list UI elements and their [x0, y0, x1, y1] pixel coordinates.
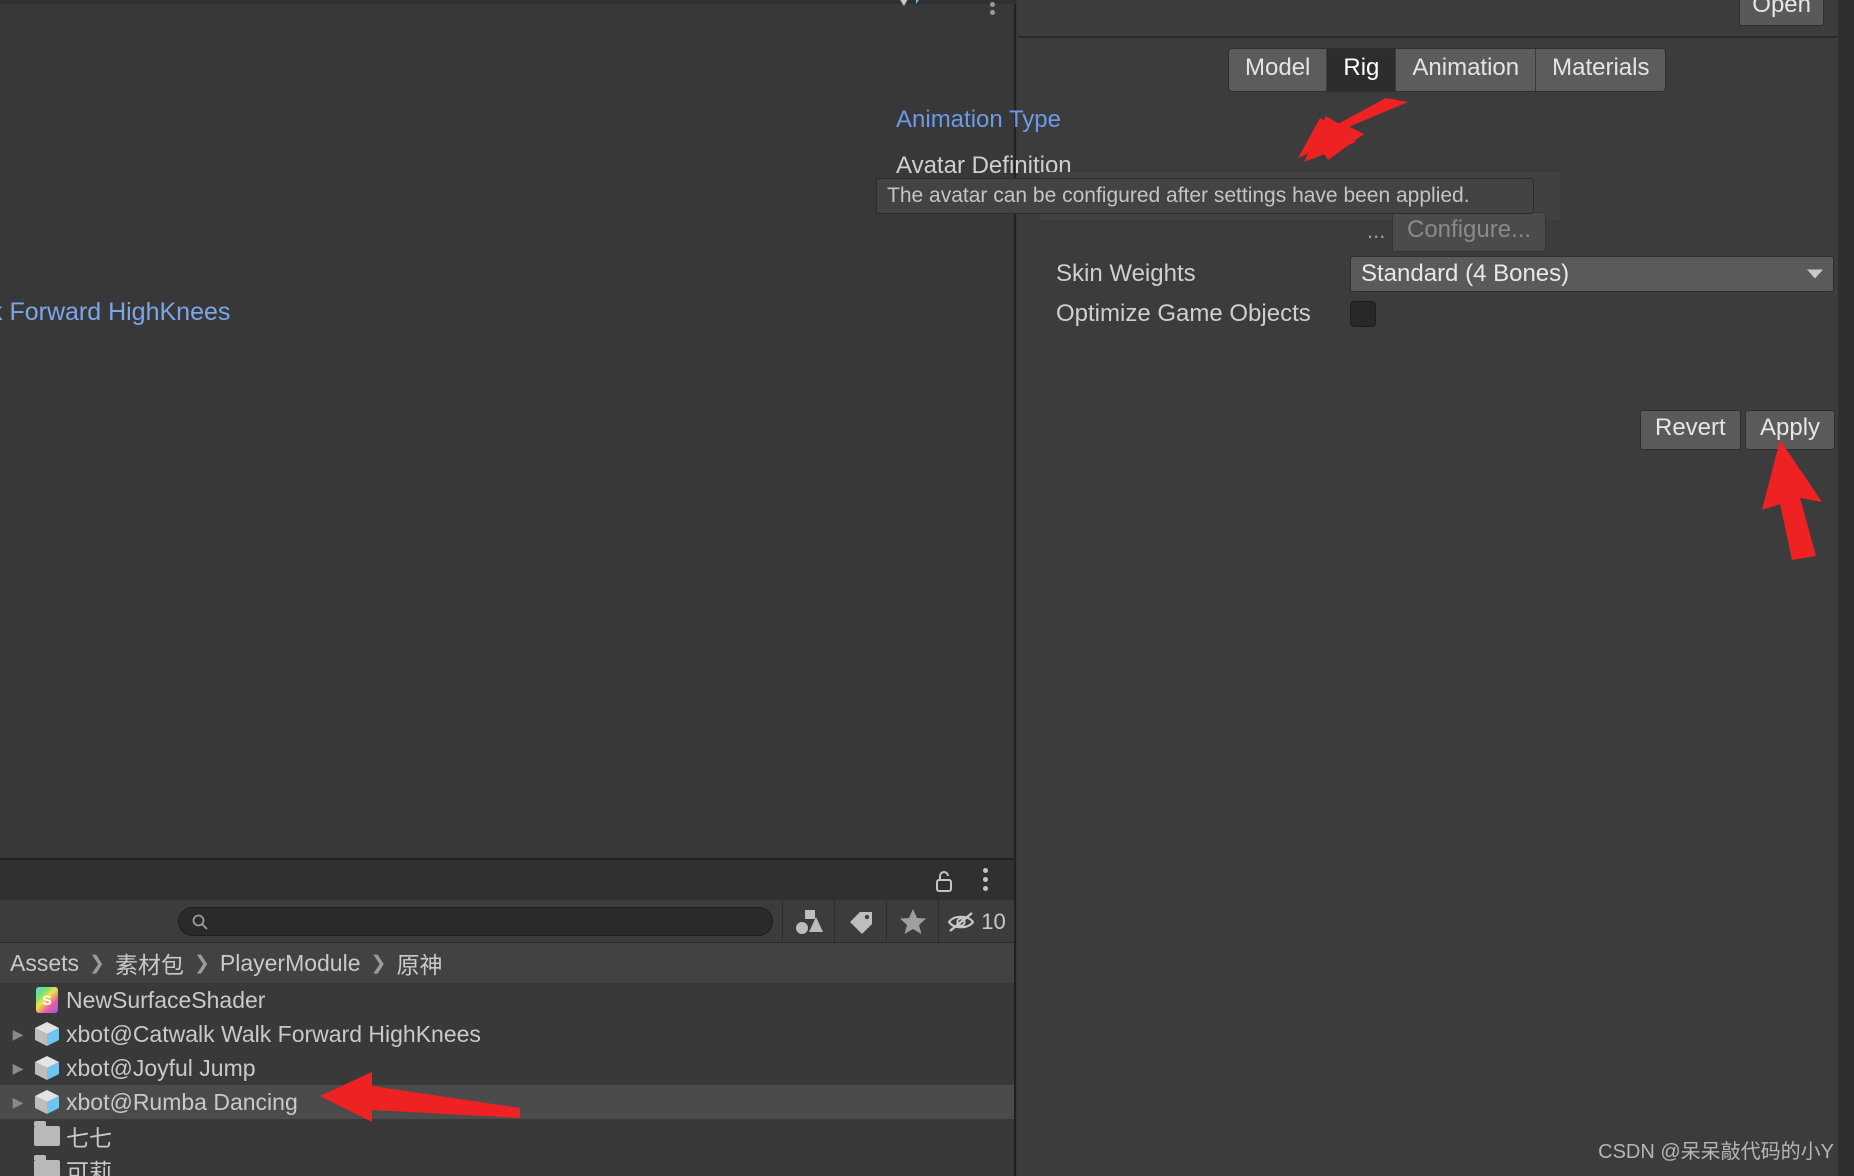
expand-triangle-icon[interactable]: ▶ — [8, 1060, 28, 1077]
inspector-header: Open — [900, 0, 1838, 38]
shader-icon: S — [28, 987, 66, 1013]
list-item-label: xbot@Joyful Jump — [66, 1054, 256, 1081]
animation-type-row: Animation Type — [896, 100, 1838, 140]
list-item-label: xbot@Catwalk Walk Forward HighKnees — [66, 1020, 481, 1047]
project-file-list: S NewSurfaceShader ▶ xbot@Catwalk Walk F… — [0, 983, 1014, 1176]
tag-icon — [849, 911, 872, 934]
list-item-label: NewSurfaceShader — [66, 986, 266, 1013]
left-panel: k Forward HighKnees — [0, 0, 1016, 860]
hidden-items-button[interactable]: 10 — [938, 900, 1014, 943]
project-browser-menu-icon[interactable] — [983, 868, 988, 895]
type-filter-button[interactable] — [782, 900, 834, 943]
favorites-button[interactable] — [886, 900, 938, 943]
avatar-help-box: The avatar can be configured after setti… — [876, 178, 1534, 214]
breadcrumb: Assets ❯ 素材包 ❯ PlayerModule ❯ 原神 — [0, 943, 1014, 983]
lock-icon[interactable] — [934, 869, 954, 893]
shapes-filter-icon — [795, 909, 823, 934]
list-item-selected[interactable]: ▶ xbot@Rumba Dancing — [0, 1085, 1014, 1119]
tab-model[interactable]: Model — [1229, 49, 1328, 91]
tab-rig[interactable]: Rig — [1327, 49, 1397, 91]
list-item[interactable]: 可莉 — [0, 1153, 1014, 1176]
label-filter-button[interactable] — [834, 900, 886, 943]
apply-button[interactable]: Apply — [1745, 410, 1836, 450]
skin-weights-label: Skin Weights — [1056, 260, 1196, 287]
configure-button[interactable]: Configure... — [1392, 212, 1547, 252]
expand-triangle-icon[interactable]: ▶ — [8, 1026, 28, 1043]
hidden-items-count: 10 — [981, 908, 1006, 934]
ellipsis-label: ... — [1367, 218, 1386, 243]
breadcrumb-item-genshin[interactable]: 原神 — [396, 946, 442, 980]
list-item-label: 可莉 — [66, 1159, 112, 1176]
breadcrumb-item-materials-pack[interactable]: 素材包 — [115, 946, 184, 980]
breadcrumb-item-assets[interactable]: Assets — [10, 950, 79, 977]
inspector-tab-bar: Model Rig Animation Materials — [1228, 48, 1667, 92]
list-item-label: 七七 — [66, 1125, 112, 1151]
shader-badge: S — [42, 992, 52, 1008]
star-icon — [899, 909, 926, 934]
animation-type-label: Animation Type — [896, 106, 1061, 133]
list-item-label: xbot@Rumba Dancing — [66, 1088, 298, 1115]
tab-animation[interactable]: Animation — [1396, 49, 1537, 91]
revert-button[interactable]: Revert — [1640, 410, 1741, 450]
search-field[interactable] — [178, 907, 773, 936]
breadcrumb-item-playermodule[interactable]: PlayerModule — [220, 950, 361, 977]
skin-weights-dropdown[interactable]: Standard (4 Bones) — [1350, 256, 1834, 292]
hierarchy-item-truncated[interactable]: k Forward HighKnees — [0, 298, 230, 327]
project-browser-header — [0, 860, 1014, 900]
optimize-game-objects-checkbox[interactable] — [1350, 301, 1376, 327]
skin-weights-value: Standard (4 Bones) — [1361, 260, 1570, 287]
unity-editor-window: k Forward HighKnees 10 Assets ❯ 素材包 ❯ Pl… — [0, 0, 1854, 1176]
optimize-game-objects-label: Optimize Game Objects — [1056, 300, 1311, 327]
tab-materials[interactable]: Materials — [1536, 49, 1665, 91]
expand-triangle-icon[interactable]: ▶ — [8, 1094, 28, 1111]
list-item[interactable]: ▶ xbot@Joyful Jump — [0, 1051, 1014, 1085]
search-icon — [192, 914, 208, 930]
folder-icon — [28, 1121, 66, 1146]
left-panel-topbar — [0, 0, 1016, 4]
model-icon — [28, 1089, 66, 1115]
open-button[interactable]: Open — [1739, 0, 1824, 26]
list-item[interactable]: S NewSurfaceShader — [0, 983, 1014, 1017]
model-icon — [28, 1055, 66, 1081]
chevron-down-icon — [1807, 269, 1823, 279]
search-input[interactable] — [215, 913, 755, 930]
breadcrumb-separator: ❯ — [193, 952, 210, 974]
model-icon — [28, 1021, 66, 1047]
watermark: CSDN @呆呆敲代码的小Y — [1598, 1141, 1834, 1163]
eye-slash-icon — [948, 911, 975, 932]
left-panel-kebab-icon[interactable] — [990, 2, 996, 15]
list-item[interactable]: 七七 — [0, 1119, 1014, 1153]
project-browser: 10 Assets ❯ 素材包 ❯ PlayerModule ❯ 原神 S Ne… — [0, 860, 1016, 1176]
folder-icon — [28, 1155, 66, 1176]
inspector-right-edge — [1838, 0, 1854, 1176]
model-preview-icon — [900, 0, 919, 6]
breadcrumb-separator: ❯ — [89, 952, 105, 974]
list-item[interactable]: ▶ xbot@Catwalk Walk Forward HighKnees — [0, 1017, 1014, 1051]
breadcrumb-separator: ❯ — [370, 952, 387, 974]
